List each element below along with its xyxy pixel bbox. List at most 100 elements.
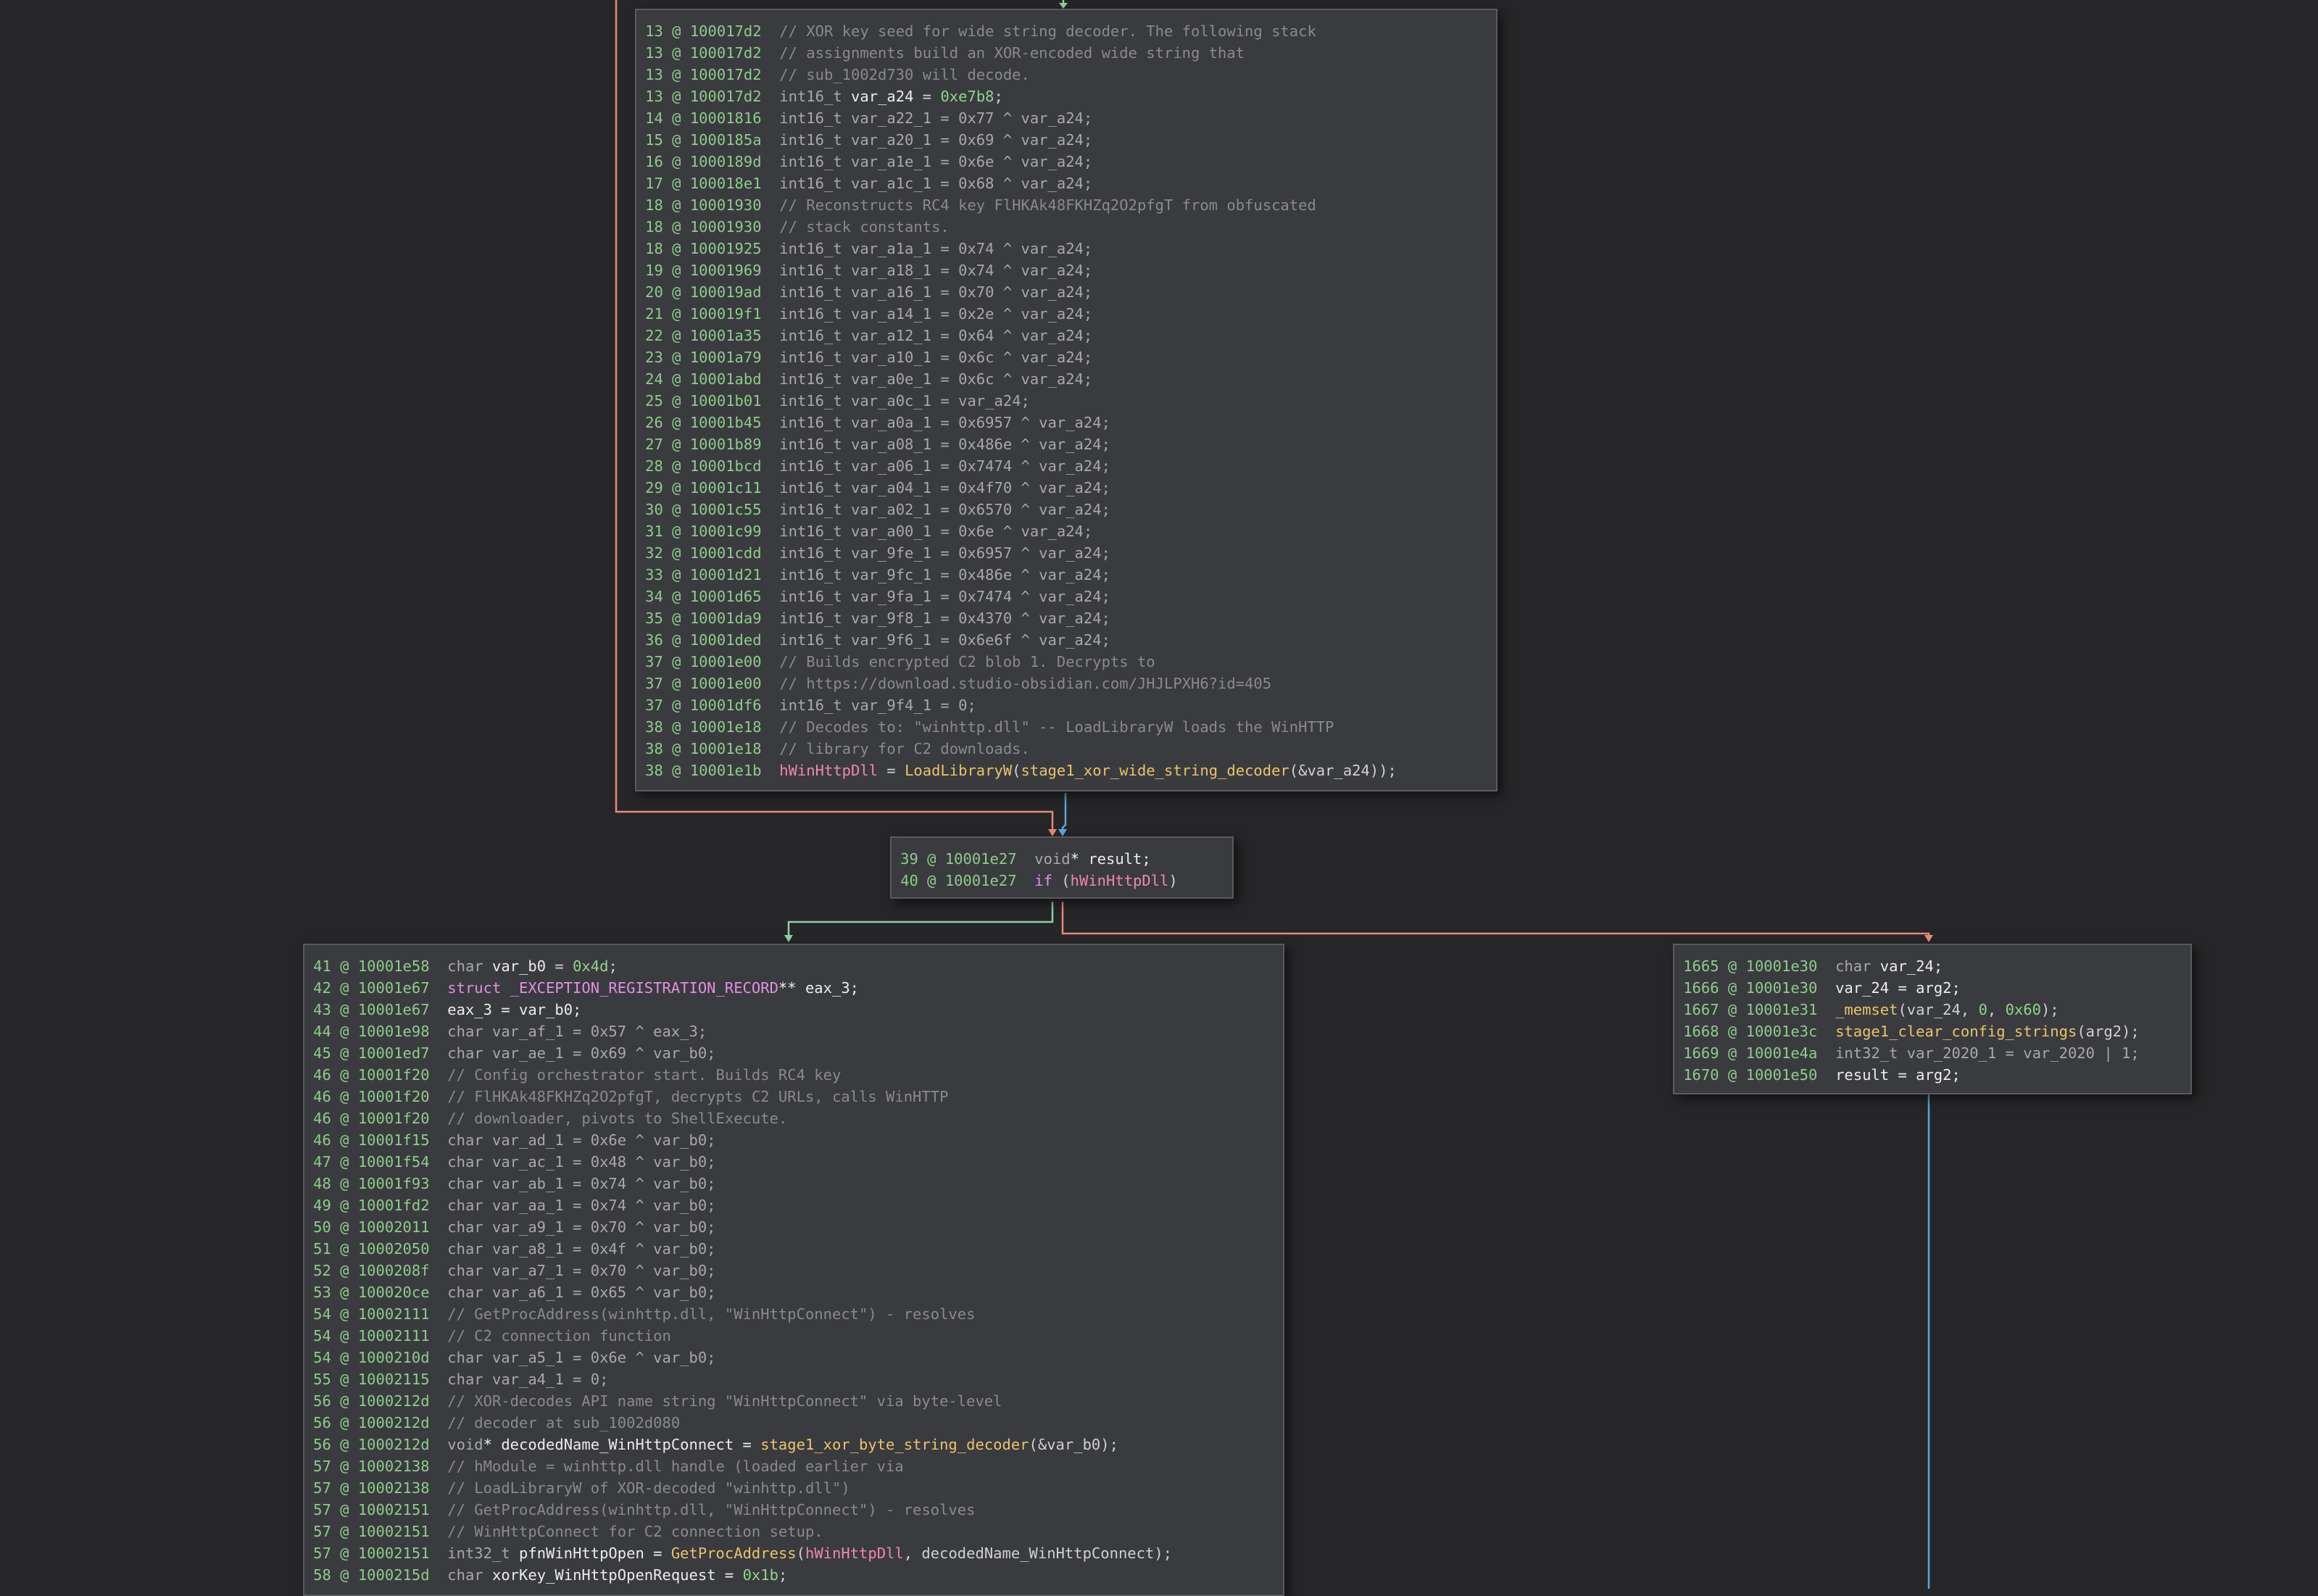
code-text[interactable]: result = arg2;	[1835, 1066, 1961, 1084]
code-line[interactable]: 1670 @ 10001e50 result = arg2;	[1683, 1064, 2182, 1086]
code-token[interactable]: int16_t var_9fe_1 = 0x6957 ^ var_a24;	[779, 544, 1110, 562]
address[interactable]: 10001f20	[358, 1088, 430, 1105]
code-text[interactable]: int16_t var_a18_1 = 0x74 ^ var_a24;	[779, 262, 1092, 279]
code-token[interactable]: * result;	[1071, 850, 1151, 868]
code-line[interactable]: 1669 @ 10001e4a int32_t var_2020_1 = var…	[1683, 1042, 2182, 1064]
code-token[interactable]: char var_a5_1 = 0x6e ^ var_b0;	[447, 1349, 715, 1366]
code-token[interactable]: char var_ab_1 = 0x74 ^ var_b0;	[447, 1175, 715, 1192]
code-line[interactable]: 18 @ 10001930 // Reconstructs RC4 key Fl…	[645, 194, 1487, 216]
code-line[interactable]: 15 @ 1000185a int16_t var_a20_1 = 0x69 ^…	[645, 129, 1487, 151]
address[interactable]: 10001e00	[690, 653, 762, 670]
code-line[interactable]: 13 @ 100017d2 // assignments build an XO…	[645, 42, 1487, 64]
address[interactable]: 10001ed7	[358, 1044, 430, 1062]
code-token[interactable]: char	[447, 1566, 492, 1584]
code-token[interactable]: // sub_1002d730 will decode.	[779, 66, 1030, 83]
code-token[interactable]: int16_t var_a1e_1 = 0x6e ^ var_a24;	[779, 153, 1092, 170]
code-line[interactable]: 13 @ 100017d2 int16_t var_a24 = 0xe7b8;	[645, 86, 1487, 107]
address[interactable]: 10001b01	[690, 392, 762, 410]
code-line[interactable]: 46 @ 10001f20 // Config orchestrator sta…	[313, 1064, 1274, 1086]
code-line[interactable]: 45 @ 10001ed7 char var_ae_1 = 0x69 ^ var…	[313, 1042, 1274, 1064]
address[interactable]: 10001930	[690, 218, 762, 236]
code-text[interactable]: void* decodedName_WinHttpConnect = stage…	[447, 1436, 1118, 1453]
address[interactable]: 10001e00	[690, 675, 762, 692]
code-line[interactable]: 41 @ 10001e58 char var_b0 = 0x4d;	[313, 955, 1274, 977]
address[interactable]: 10001cdd	[690, 544, 762, 562]
address[interactable]: 10001e4a	[1746, 1044, 1818, 1062]
code-line[interactable]: 22 @ 10001a35 int16_t var_a12_1 = 0x64 ^…	[645, 325, 1487, 346]
address[interactable]: 10001d65	[690, 588, 762, 605]
code-token[interactable]: // GetProcAddress(winhttp.dll, "WinHttpC…	[447, 1501, 975, 1518]
code-token[interactable]: int16_t var_a0e_1 = 0x6c ^ var_a24;	[779, 370, 1092, 388]
code-token[interactable]: GetProcAddress	[671, 1545, 797, 1562]
code-token[interactable]: char	[1835, 957, 1880, 975]
code-line[interactable]: 57 @ 10002151 // WinHttpConnect for C2 c…	[313, 1521, 1274, 1542]
code-line[interactable]: 46 @ 10001f20 // downloader, pivots to S…	[313, 1107, 1274, 1129]
address[interactable]: 10002151	[358, 1501, 430, 1518]
code-text[interactable]: int16_t var_9fc_1 = 0x486e ^ var_a24;	[779, 566, 1110, 583]
code-text[interactable]: // Reconstructs RC4 key FlHKAk48FKHZq2O2…	[779, 196, 1316, 214]
code-text[interactable]: int16_t var_a0a_1 = 0x6957 ^ var_a24;	[779, 414, 1110, 431]
code-line[interactable]: 1668 @ 10001e3c stage1_clear_config_stri…	[1683, 1021, 2182, 1042]
address[interactable]: 100017d2	[690, 44, 762, 62]
code-text[interactable]: // decoder at sub_1002d080	[447, 1414, 680, 1431]
code-token[interactable]: (	[797, 1545, 805, 1562]
code-line[interactable]: 27 @ 10001b89 int16_t var_a08_1 = 0x486e…	[645, 433, 1487, 455]
code-line[interactable]: 37 @ 10001e00 // Builds encrypted C2 blo…	[645, 651, 1487, 673]
code-line[interactable]: 50 @ 10002011 char var_a9_1 = 0x70 ^ var…	[313, 1216, 1274, 1238]
code-line[interactable]: 39 @ 10001e27 void* result;	[900, 848, 1224, 870]
address[interactable]: 10001e18	[690, 718, 762, 736]
code-line[interactable]: 13 @ 100017d2 // sub_1002d730 will decod…	[645, 64, 1487, 86]
code-token[interactable]: ;	[994, 88, 1003, 105]
code-token[interactable]: int16_t var_a1a_1 = 0x74 ^ var_a24;	[779, 240, 1092, 257]
code-text[interactable]: // FlHKAk48FKHZq2O2pfgT, decrypts C2 URL…	[447, 1088, 948, 1105]
address[interactable]: 10001e18	[690, 740, 762, 757]
address[interactable]: 10001df6	[690, 697, 762, 714]
code-text[interactable]: int16_t var_a1c_1 = 0x68 ^ var_a24;	[779, 175, 1092, 192]
basic-block-if-hwinhttpdll[interactable]: 39 @ 10001e27 void* result; 40 @ 10001e27…	[890, 836, 1234, 899]
code-token[interactable]: int16_t var_a18_1 = 0x74 ^ var_a24;	[779, 262, 1092, 279]
address[interactable]: 10001abd	[690, 370, 762, 388]
code-line[interactable]: 34 @ 10001d65 int16_t var_9fa_1 = 0x7474…	[645, 586, 1487, 607]
code-line[interactable]: 51 @ 10002050 char var_a8_1 = 0x4f ^ var…	[313, 1238, 1274, 1260]
code-text[interactable]: int16_t var_9f8_1 = 0x4370 ^ var_a24;	[779, 610, 1110, 627]
address[interactable]: 10002050	[358, 1240, 430, 1258]
code-token[interactable]: char var_ae_1 = 0x69 ^ var_b0;	[447, 1044, 715, 1062]
code-text[interactable]: int16_t var_a10_1 = 0x6c ^ var_a24;	[779, 349, 1092, 366]
code-text[interactable]: int16_t var_a04_1 = 0x4f70 ^ var_a24;	[779, 479, 1110, 496]
code-text[interactable]: char var_aa_1 = 0x74 ^ var_b0;	[447, 1197, 715, 1214]
code-token[interactable]: 0x60	[2006, 1001, 2041, 1018]
code-line[interactable]: 18 @ 10001925 int16_t var_a1a_1 = 0x74 ^…	[645, 238, 1487, 259]
address[interactable]: 1000212d	[358, 1392, 430, 1410]
address[interactable]: 10002138	[358, 1479, 430, 1497]
address[interactable]: 10001e1b	[690, 762, 762, 779]
code-text[interactable]: int16_t var_a24 = 0xe7b8;	[779, 88, 1003, 105]
code-text[interactable]: // Decodes to: "winhttp.dll" -- LoadLibr…	[779, 718, 1334, 736]
code-token[interactable]: result = arg2;	[1835, 1066, 1961, 1084]
code-token[interactable]: hWinHttpDll	[779, 762, 878, 779]
code-text[interactable]: // Config orchestrator start. Builds RC4…	[447, 1066, 841, 1084]
code-line[interactable]: 46 @ 10001f15 char var_ad_1 = 0x6e ^ var…	[313, 1129, 1274, 1151]
code-text[interactable]: int16_t var_a12_1 = 0x64 ^ var_a24;	[779, 327, 1092, 344]
address[interactable]: 100019f1	[690, 305, 762, 323]
code-text[interactable]: int16_t var_a1a_1 = 0x74 ^ var_a24;	[779, 240, 1092, 257]
address[interactable]: 1000208f	[358, 1262, 430, 1279]
code-token[interactable]: // stack constants.	[779, 218, 950, 236]
address[interactable]: 10001e3c	[1746, 1023, 1818, 1040]
code-text[interactable]: // Builds encrypted C2 blob 1. Decrypts …	[779, 653, 1155, 670]
code-token[interactable]: eax_3 = var_b0;	[447, 1001, 581, 1018]
address[interactable]: 10001a35	[690, 327, 762, 344]
address[interactable]: 1000189d	[690, 153, 762, 170]
address[interactable]: 10001fd2	[358, 1197, 430, 1214]
basic-block-clear-config[interactable]: 1665 @ 10001e30 char var_24; 1666 @ 10001…	[1673, 944, 2192, 1094]
code-line[interactable]: 1665 @ 10001e30 char var_24;	[1683, 955, 2182, 977]
address[interactable]: 10002151	[358, 1523, 430, 1540]
address[interactable]: 1000185a	[690, 131, 762, 149]
code-token[interactable]: int16_t var_9fa_1 = 0x7474 ^ var_a24;	[779, 588, 1110, 605]
address[interactable]: 10001e67	[358, 1001, 430, 1018]
code-text[interactable]: // sub_1002d730 will decode.	[779, 66, 1030, 83]
code-line[interactable]: 55 @ 10002115 char var_a4_1 = 0;	[313, 1368, 1274, 1390]
code-text[interactable]: int16_t var_a16_1 = 0x70 ^ var_a24;	[779, 283, 1092, 301]
code-text[interactable]: var_24 = arg2;	[1835, 979, 1961, 997]
address[interactable]: 10001f93	[358, 1175, 430, 1192]
code-line[interactable]: 56 @ 1000212d // decoder at sub_1002d080	[313, 1412, 1274, 1434]
